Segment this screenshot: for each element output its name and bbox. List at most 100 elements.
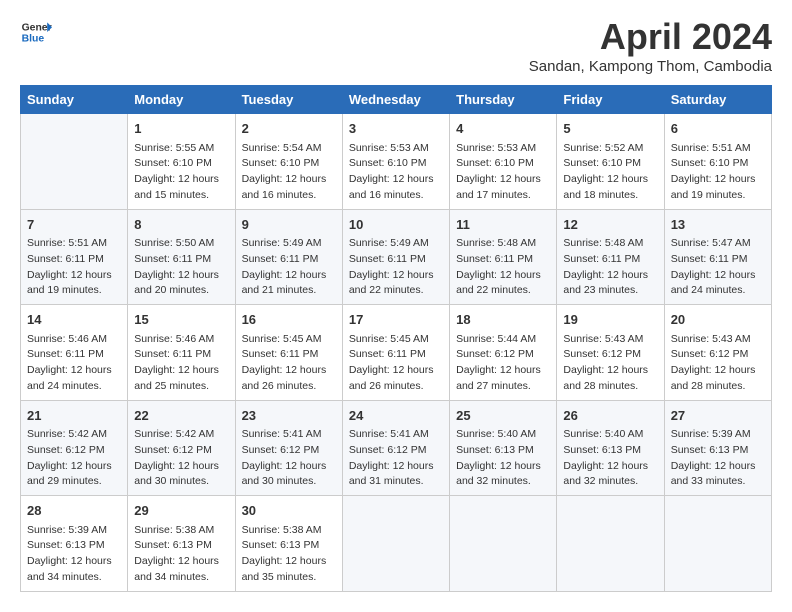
calendar-header-row: SundayMondayTuesdayWednesdayThursdayFrid… bbox=[21, 86, 772, 114]
day-info: Sunrise: 5:51 AMSunset: 6:10 PMDaylight:… bbox=[671, 141, 765, 204]
day-info: Sunrise: 5:48 AMSunset: 6:11 PMDaylight:… bbox=[563, 236, 657, 299]
calendar-cell: 23Sunrise: 5:41 AMSunset: 6:12 PMDayligh… bbox=[235, 400, 342, 496]
calendar-cell: 9Sunrise: 5:49 AMSunset: 6:11 PMDaylight… bbox=[235, 209, 342, 305]
day-info: Sunrise: 5:55 AMSunset: 6:10 PMDaylight:… bbox=[134, 141, 228, 204]
calendar-week-row: 28Sunrise: 5:39 AMSunset: 6:13 PMDayligh… bbox=[21, 496, 772, 592]
calendar-cell: 20Sunrise: 5:43 AMSunset: 6:12 PMDayligh… bbox=[664, 305, 771, 401]
header-friday: Friday bbox=[557, 86, 664, 114]
day-number: 23 bbox=[242, 406, 336, 426]
day-info: Sunrise: 5:39 AMSunset: 6:13 PMDaylight:… bbox=[671, 427, 765, 490]
day-info: Sunrise: 5:52 AMSunset: 6:10 PMDaylight:… bbox=[563, 141, 657, 204]
calendar-cell: 17Sunrise: 5:45 AMSunset: 6:11 PMDayligh… bbox=[342, 305, 449, 401]
calendar-cell: 4Sunrise: 5:53 AMSunset: 6:10 PMDaylight… bbox=[450, 114, 557, 210]
logo: General Blue bbox=[20, 16, 52, 48]
day-number: 18 bbox=[456, 310, 550, 330]
day-number: 30 bbox=[242, 501, 336, 521]
calendar-cell: 6Sunrise: 5:51 AMSunset: 6:10 PMDaylight… bbox=[664, 114, 771, 210]
header-wednesday: Wednesday bbox=[342, 86, 449, 114]
month-title: April 2024 bbox=[529, 16, 772, 58]
day-info: Sunrise: 5:41 AMSunset: 6:12 PMDaylight:… bbox=[242, 427, 336, 490]
calendar-cell: 11Sunrise: 5:48 AMSunset: 6:11 PMDayligh… bbox=[450, 209, 557, 305]
calendar-cell: 19Sunrise: 5:43 AMSunset: 6:12 PMDayligh… bbox=[557, 305, 664, 401]
calendar-cell: 2Sunrise: 5:54 AMSunset: 6:10 PMDaylight… bbox=[235, 114, 342, 210]
day-info: Sunrise: 5:49 AMSunset: 6:11 PMDaylight:… bbox=[242, 236, 336, 299]
calendar-cell bbox=[557, 496, 664, 592]
day-number: 25 bbox=[456, 406, 550, 426]
calendar-cell: 26Sunrise: 5:40 AMSunset: 6:13 PMDayligh… bbox=[557, 400, 664, 496]
calendar-cell: 28Sunrise: 5:39 AMSunset: 6:13 PMDayligh… bbox=[21, 496, 128, 592]
day-info: Sunrise: 5:41 AMSunset: 6:12 PMDaylight:… bbox=[349, 427, 443, 490]
day-number: 26 bbox=[563, 406, 657, 426]
calendar-week-row: 1Sunrise: 5:55 AMSunset: 6:10 PMDaylight… bbox=[21, 114, 772, 210]
day-info: Sunrise: 5:51 AMSunset: 6:11 PMDaylight:… bbox=[27, 236, 121, 299]
location-subtitle: Sandan, Kampong Thom, Cambodia bbox=[529, 58, 772, 75]
calendar-cell: 7Sunrise: 5:51 AMSunset: 6:11 PMDaylight… bbox=[21, 209, 128, 305]
page-header: General Blue April 2024 Sandan, Kampong … bbox=[20, 16, 772, 75]
day-number: 19 bbox=[563, 310, 657, 330]
calendar-week-row: 21Sunrise: 5:42 AMSunset: 6:12 PMDayligh… bbox=[21, 400, 772, 496]
day-info: Sunrise: 5:44 AMSunset: 6:12 PMDaylight:… bbox=[456, 332, 550, 395]
calendar-cell: 24Sunrise: 5:41 AMSunset: 6:12 PMDayligh… bbox=[342, 400, 449, 496]
header-sunday: Sunday bbox=[21, 86, 128, 114]
header-thursday: Thursday bbox=[450, 86, 557, 114]
day-info: Sunrise: 5:54 AMSunset: 6:10 PMDaylight:… bbox=[242, 141, 336, 204]
day-info: Sunrise: 5:38 AMSunset: 6:13 PMDaylight:… bbox=[242, 523, 336, 586]
day-number: 7 bbox=[27, 215, 121, 235]
header-saturday: Saturday bbox=[664, 86, 771, 114]
day-info: Sunrise: 5:40 AMSunset: 6:13 PMDaylight:… bbox=[563, 427, 657, 490]
header-tuesday: Tuesday bbox=[235, 86, 342, 114]
calendar-cell: 29Sunrise: 5:38 AMSunset: 6:13 PMDayligh… bbox=[128, 496, 235, 592]
day-number: 13 bbox=[671, 215, 765, 235]
calendar-cell: 21Sunrise: 5:42 AMSunset: 6:12 PMDayligh… bbox=[21, 400, 128, 496]
day-number: 5 bbox=[563, 119, 657, 139]
calendar-week-row: 7Sunrise: 5:51 AMSunset: 6:11 PMDaylight… bbox=[21, 209, 772, 305]
day-number: 28 bbox=[27, 501, 121, 521]
day-number: 20 bbox=[671, 310, 765, 330]
calendar-cell bbox=[21, 114, 128, 210]
day-info: Sunrise: 5:46 AMSunset: 6:11 PMDaylight:… bbox=[27, 332, 121, 395]
day-number: 16 bbox=[242, 310, 336, 330]
calendar-table: SundayMondayTuesdayWednesdayThursdayFrid… bbox=[20, 85, 772, 592]
day-info: Sunrise: 5:46 AMSunset: 6:11 PMDaylight:… bbox=[134, 332, 228, 395]
day-number: 8 bbox=[134, 215, 228, 235]
day-info: Sunrise: 5:45 AMSunset: 6:11 PMDaylight:… bbox=[349, 332, 443, 395]
day-info: Sunrise: 5:38 AMSunset: 6:13 PMDaylight:… bbox=[134, 523, 228, 586]
day-number: 4 bbox=[456, 119, 550, 139]
day-number: 17 bbox=[349, 310, 443, 330]
day-number: 6 bbox=[671, 119, 765, 139]
day-info: Sunrise: 5:49 AMSunset: 6:11 PMDaylight:… bbox=[349, 236, 443, 299]
calendar-cell: 5Sunrise: 5:52 AMSunset: 6:10 PMDaylight… bbox=[557, 114, 664, 210]
day-info: Sunrise: 5:45 AMSunset: 6:11 PMDaylight:… bbox=[242, 332, 336, 395]
calendar-cell: 30Sunrise: 5:38 AMSunset: 6:13 PMDayligh… bbox=[235, 496, 342, 592]
day-number: 9 bbox=[242, 215, 336, 235]
day-info: Sunrise: 5:47 AMSunset: 6:11 PMDaylight:… bbox=[671, 236, 765, 299]
day-info: Sunrise: 5:42 AMSunset: 6:12 PMDaylight:… bbox=[27, 427, 121, 490]
calendar-cell: 13Sunrise: 5:47 AMSunset: 6:11 PMDayligh… bbox=[664, 209, 771, 305]
day-info: Sunrise: 5:53 AMSunset: 6:10 PMDaylight:… bbox=[456, 141, 550, 204]
calendar-week-row: 14Sunrise: 5:46 AMSunset: 6:11 PMDayligh… bbox=[21, 305, 772, 401]
logo-icon: General Blue bbox=[20, 16, 52, 48]
calendar-cell: 3Sunrise: 5:53 AMSunset: 6:10 PMDaylight… bbox=[342, 114, 449, 210]
day-number: 11 bbox=[456, 215, 550, 235]
day-number: 2 bbox=[242, 119, 336, 139]
calendar-cell bbox=[450, 496, 557, 592]
day-number: 24 bbox=[349, 406, 443, 426]
calendar-cell: 18Sunrise: 5:44 AMSunset: 6:12 PMDayligh… bbox=[450, 305, 557, 401]
day-info: Sunrise: 5:53 AMSunset: 6:10 PMDaylight:… bbox=[349, 141, 443, 204]
calendar-cell: 1Sunrise: 5:55 AMSunset: 6:10 PMDaylight… bbox=[128, 114, 235, 210]
day-info: Sunrise: 5:42 AMSunset: 6:12 PMDaylight:… bbox=[134, 427, 228, 490]
day-number: 22 bbox=[134, 406, 228, 426]
calendar-cell: 16Sunrise: 5:45 AMSunset: 6:11 PMDayligh… bbox=[235, 305, 342, 401]
calendar-cell: 14Sunrise: 5:46 AMSunset: 6:11 PMDayligh… bbox=[21, 305, 128, 401]
calendar-cell: 12Sunrise: 5:48 AMSunset: 6:11 PMDayligh… bbox=[557, 209, 664, 305]
day-number: 14 bbox=[27, 310, 121, 330]
calendar-cell: 27Sunrise: 5:39 AMSunset: 6:13 PMDayligh… bbox=[664, 400, 771, 496]
day-number: 12 bbox=[563, 215, 657, 235]
day-number: 10 bbox=[349, 215, 443, 235]
title-area: April 2024 Sandan, Kampong Thom, Cambodi… bbox=[529, 16, 772, 75]
day-number: 15 bbox=[134, 310, 228, 330]
day-info: Sunrise: 5:43 AMSunset: 6:12 PMDaylight:… bbox=[671, 332, 765, 395]
day-info: Sunrise: 5:43 AMSunset: 6:12 PMDaylight:… bbox=[563, 332, 657, 395]
day-info: Sunrise: 5:40 AMSunset: 6:13 PMDaylight:… bbox=[456, 427, 550, 490]
calendar-cell: 8Sunrise: 5:50 AMSunset: 6:11 PMDaylight… bbox=[128, 209, 235, 305]
